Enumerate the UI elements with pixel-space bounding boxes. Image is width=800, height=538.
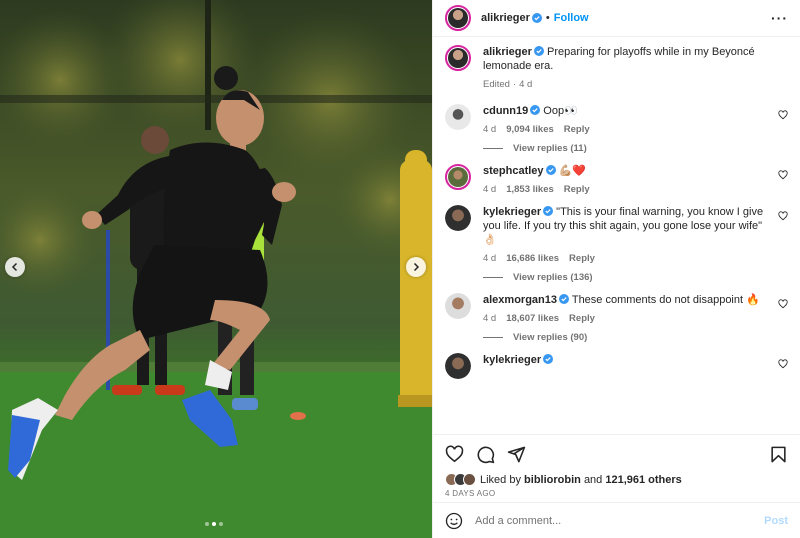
liked-by-prefix: Liked by <box>480 473 521 486</box>
comment-likes[interactable]: 16,686 likes <box>506 253 559 264</box>
carousel-dot <box>219 522 223 526</box>
more-options-icon[interactable]: ··· <box>771 10 788 26</box>
header-separator: • <box>545 12 550 24</box>
comment-username[interactable]: kylekrieger <box>483 354 541 366</box>
comment-text: These comments do not disappoint 🔥 <box>571 294 760 306</box>
comment-age: 4 d <box>483 313 497 324</box>
add-comment-bar: Post <box>433 502 800 538</box>
reply-button[interactable]: Reply <box>569 253 595 264</box>
comments-list[interactable]: alikrieger Preparing for playoffs while … <box>433 37 800 434</box>
comment-age: 4 d <box>483 184 497 195</box>
view-replies-button[interactable]: View replies (90) <box>483 332 766 343</box>
post-modal: alikrieger • Follow ··· alikrieger Prepa… <box>0 0 800 538</box>
verified-badge-icon <box>530 105 541 115</box>
verified-badge-icon <box>558 294 569 304</box>
liked-by-user[interactable]: bibliorobin <box>524 474 581 486</box>
verified-badge-icon <box>543 206 554 216</box>
caption: alikrieger Preparing for playoffs while … <box>445 45 788 90</box>
carousel-dot <box>205 522 209 526</box>
share-icon[interactable] <box>507 445 526 464</box>
commenter-avatar[interactable] <box>445 164 471 190</box>
caption-username[interactable]: alikrieger <box>483 46 532 58</box>
caption-avatar[interactable] <box>445 45 471 71</box>
post-actions: Liked by bibliorobin and 121,961 others … <box>433 434 800 502</box>
next-photo-button[interactable] <box>406 257 426 277</box>
reply-button[interactable]: Reply <box>564 124 590 135</box>
comment-username[interactable]: stephcatley <box>483 165 544 177</box>
comment-like-heart-icon[interactable] <box>778 211 788 221</box>
view-replies-label: View replies (11) <box>513 143 587 154</box>
comment-likes[interactable]: 18,607 likes <box>506 313 559 324</box>
carousel-indicator <box>205 522 223 526</box>
chevron-left-icon <box>11 262 18 272</box>
view-replies-button[interactable]: View replies (11) <box>483 143 766 154</box>
comment-icon[interactable] <box>476 445 495 464</box>
caption-age: 4 d <box>519 79 533 90</box>
likes-summary: Liked by bibliorobin and 121,961 others <box>445 473 788 486</box>
commenter-avatar[interactable] <box>445 205 471 231</box>
bookmark-icon[interactable] <box>769 445 788 464</box>
post-comment-button[interactable]: Post <box>764 515 788 527</box>
view-replies-button[interactable]: View replies (136) <box>483 272 766 283</box>
comment-age: 4 d <box>483 124 497 135</box>
heart-icon[interactable] <box>445 445 464 464</box>
comment-like-heart-icon[interactable] <box>778 299 788 309</box>
commenter-avatar[interactable] <box>445 104 471 130</box>
comment-username[interactable]: alexmorgan13 <box>483 294 557 306</box>
comment-input[interactable] <box>475 514 765 527</box>
comment-like-heart-icon[interactable] <box>778 110 788 120</box>
liked-by-others[interactable]: 121,961 others <box>605 474 681 486</box>
reply-button[interactable]: Reply <box>569 313 595 324</box>
liked-by-and: and <box>583 473 603 486</box>
emoji-icon[interactable] <box>445 512 463 530</box>
verified-badge-icon <box>543 354 554 364</box>
comment-text: Oop👀 <box>543 105 578 117</box>
comment-item: cdunn19 Oop👀 4 d 9,094 likes Reply View … <box>445 104 788 154</box>
comment-item: alexmorgan13 These comments do not disap… <box>445 293 788 343</box>
chevron-right-icon <box>413 262 420 272</box>
post-header: alikrieger • Follow ··· <box>433 0 800 37</box>
comment-username[interactable]: cdunn19 <box>483 105 528 117</box>
commenter-avatar[interactable] <box>445 293 471 319</box>
comment-item: kylekrieger "This is your final warning,… <box>445 205 788 283</box>
comment-age: 4 d <box>483 253 497 264</box>
verified-badge-icon <box>533 46 544 56</box>
carousel-dot-active <box>212 522 216 526</box>
post-details-panel: alikrieger • Follow ··· alikrieger Prepa… <box>432 0 800 538</box>
previous-photo-button[interactable] <box>5 257 25 277</box>
comment-likes[interactable]: 1,853 likes <box>506 184 554 195</box>
edited-label: Edited <box>483 79 510 90</box>
verified-badge-icon <box>531 13 542 23</box>
verified-badge-icon <box>545 165 556 175</box>
comment-like-heart-icon[interactable] <box>778 170 788 180</box>
view-replies-label: View replies (136) <box>513 272 593 283</box>
liker-avatar[interactable] <box>463 473 476 486</box>
comment-like-heart-icon[interactable] <box>778 359 788 369</box>
commenter-avatar[interactable] <box>445 353 471 379</box>
view-replies-label: View replies (90) <box>513 332 588 343</box>
comment-item: kylekrieger <box>445 353 788 379</box>
reply-button[interactable]: Reply <box>564 184 590 195</box>
follow-button[interactable]: Follow <box>554 12 589 24</box>
comment-likes[interactable]: 9,094 likes <box>506 124 554 135</box>
author-avatar[interactable] <box>445 5 471 31</box>
comment-username[interactable]: kylekrieger <box>483 206 541 218</box>
caption-separator: · <box>512 79 517 90</box>
author-username[interactable]: alikrieger <box>481 12 530 24</box>
post-date[interactable]: 4 DAYS AGO <box>445 489 788 498</box>
soccer-player-photo <box>0 0 432 538</box>
comment-item: stephcatley 💪🏼❤️ 4 d 1,853 likes Reply <box>445 164 788 195</box>
post-photo <box>0 0 432 538</box>
comment-text: 💪🏼❤️ <box>558 165 586 177</box>
